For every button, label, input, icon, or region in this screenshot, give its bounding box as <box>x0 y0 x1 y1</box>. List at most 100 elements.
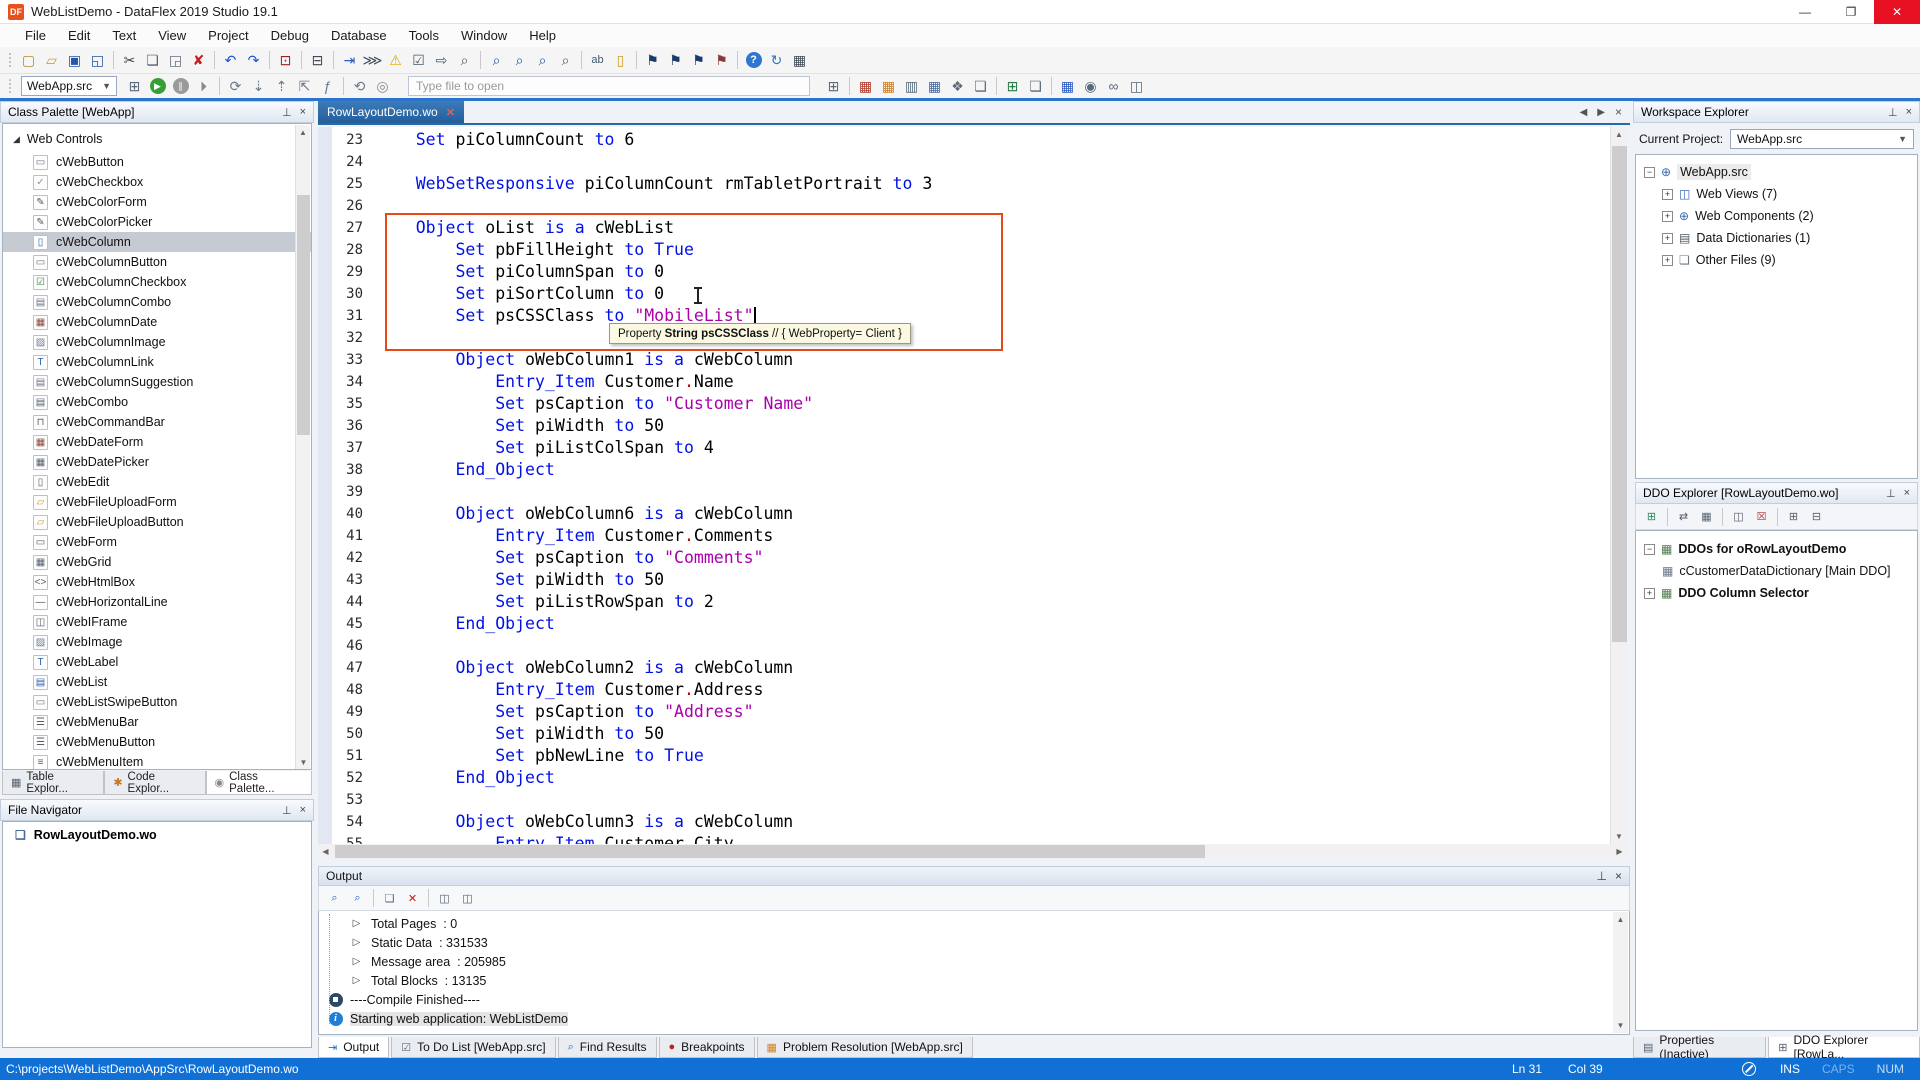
copy-output-icon[interactable]: ❏ <box>378 887 401 909</box>
menu-window[interactable]: Window <box>450 25 518 46</box>
run-project-icon[interactable]: ⇨ <box>430 49 453 71</box>
menu-view[interactable]: View <box>147 25 197 46</box>
previous-bookmark-icon[interactable]: ⚑ <box>687 49 710 71</box>
run-button[interactable]: ▶ <box>146 75 169 97</box>
pin-icon[interactable]: ⊥ <box>282 106 292 119</box>
scroll-up-icon[interactable]: ▲ <box>1613 912 1628 927</box>
close-icon[interactable]: × <box>300 804 306 817</box>
palette-item-cWebColorForm[interactable]: ✎ cWebColorForm <box>3 192 311 212</box>
clear-output-icon[interactable]: ✕ <box>401 887 424 909</box>
scroll-up-icon[interactable]: ▲ <box>1611 127 1627 142</box>
editor-horizontal-scrollbar[interactable]: ◀ ▶ <box>318 844 1627 859</box>
collapse-all-icon[interactable]: ⊟ <box>1805 506 1828 528</box>
tab-breakpoints[interactable]: ● Breakpoints <box>658 1037 755 1058</box>
layout-icon[interactable]: ◫ <box>1125 75 1148 97</box>
palette-item-cWebColumnCombo[interactable]: ▤ cWebColumnCombo <box>3 292 311 312</box>
relink-icon[interactable]: ⋙ <box>361 49 384 71</box>
unlock-icon[interactable]: ▯ <box>609 49 632 71</box>
copy-icon[interactable]: ❏ <box>141 49 164 71</box>
grid-icon[interactable]: ▦ <box>788 49 811 71</box>
new-file-icon[interactable]: ▢ <box>17 49 40 71</box>
palette-item-cWebDateForm[interactable]: ▦ cWebDateForm <box>3 432 311 452</box>
table-export-icon[interactable]: ❏ <box>969 75 992 97</box>
palette-item-cWebHtmlBox[interactable]: <> cWebHtmlBox <box>3 572 311 592</box>
output-entry[interactable]: ▷ Total Blocks : 13135 <box>319 971 1629 990</box>
close-icon[interactable]: ✕ <box>446 106 455 119</box>
menu-debug[interactable]: Debug <box>260 25 320 46</box>
expand-icon[interactable]: + <box>1662 188 1673 200</box>
compile-icon[interactable]: ⇥ <box>338 49 361 71</box>
print-icon[interactable]: ⊟ <box>306 49 329 71</box>
new-table-icon[interactable]: ⊞ <box>1001 75 1024 97</box>
find-previous-output-icon[interactable]: ⌕ <box>323 887 346 909</box>
close-button[interactable]: ✕ <box>1874 0 1920 24</box>
scrollbar-thumb[interactable] <box>335 845 1205 858</box>
minimize-button[interactable]: — <box>1782 0 1828 24</box>
palette-item-cWebColumnImage[interactable]: ▨ cWebColumnImage <box>3 332 311 352</box>
scrollbar-thumb[interactable] <box>1612 146 1627 642</box>
tab-properties--inactive-[interactable]: ▤ Properties (Inactive) <box>1633 1033 1767 1061</box>
cut-icon[interactable]: ✂ <box>118 49 141 71</box>
grid-blue-icon[interactable]: ▦ <box>1056 75 1079 97</box>
undo-icon[interactable]: ↶ <box>219 49 242 71</box>
ddo-child-node[interactable]: ▦ cCustomerDataDictionary [Main DDO] <box>1636 560 1917 582</box>
find-project-icon[interactable]: ⌕ <box>453 49 476 71</box>
documents-icon[interactable]: ❏ <box>1024 75 1047 97</box>
tab-code-explor---[interactable]: ✱ Code Explor... <box>104 771 206 795</box>
delete-icon[interactable]: ✘ <box>187 49 210 71</box>
find-icon[interactable]: ⌕ <box>485 49 508 71</box>
save-all-icon[interactable]: ◱ <box>86 49 109 71</box>
palette-group-web-controls[interactable]: ◢ Web Controls <box>3 129 311 152</box>
checklist-icon[interactable]: ☑ <box>407 49 430 71</box>
project-combo[interactable]: WebApp.src ▼ <box>21 76 117 96</box>
table-tools-icon[interactable]: ❖ <box>946 75 969 97</box>
palette-item-cWebDatePicker[interactable]: ▦ cWebDatePicker <box>3 452 311 472</box>
stop-debug-icon[interactable]: ◎ <box>371 75 394 97</box>
scroll-right-icon[interactable]: ▶ <box>1612 844 1627 859</box>
palette-item-cWebMenuItem[interactable]: ≡ cWebMenuItem <box>3 752 311 769</box>
scroll-up-icon[interactable]: ▲ <box>296 125 310 140</box>
palette-item-cWebFileUploadButton[interactable]: ▱ cWebFileUploadButton <box>3 512 311 532</box>
step-over-icon[interactable]: ⇡ <box>270 75 293 97</box>
clear-bookmarks-icon[interactable]: ⚑ <box>710 49 733 71</box>
compile-project-icon[interactable]: ⊞ <box>123 75 146 97</box>
pin-icon[interactable]: ⊥ <box>282 804 292 817</box>
palette-item-cWebButton[interactable]: ▭ cWebButton <box>3 152 311 172</box>
close-icon[interactable]: × <box>1615 105 1622 119</box>
code-editor[interactable]: 23 Set piColumnCount to 6 24 25 WebSetResp… <box>318 127 1610 844</box>
find-previous-icon[interactable]: ⌕ <box>531 49 554 71</box>
help-icon[interactable]: ? <box>742 49 765 71</box>
window-layout-icon[interactable]: ⊞ <box>822 75 845 97</box>
table-orange-icon[interactable]: ▦ <box>877 75 900 97</box>
ddo-table-icon[interactable]: ▦ <box>1695 506 1718 528</box>
step-button[interactable]: ⏵ <box>192 75 215 97</box>
pin-icon[interactable]: ⊥ <box>1886 487 1896 500</box>
save-icon[interactable]: ▣ <box>63 49 86 71</box>
scroll-down-icon[interactable]: ▼ <box>296 755 311 769</box>
restore-button[interactable]: ❐ <box>1828 0 1874 24</box>
output-entry[interactable]: ▷ Total Pages : 0 <box>319 914 1629 933</box>
open-folder-icon[interactable]: ▱ <box>40 49 63 71</box>
collapse-icon[interactable]: − <box>1644 543 1655 555</box>
pin-icon[interactable]: ⊥ <box>1888 106 1898 119</box>
copy-structured-icon[interactable]: ◫ <box>456 887 479 909</box>
workspace-node-data-dictionaries--1-[interactable]: + ▤ Data Dictionaries (1) <box>1636 227 1917 249</box>
paste-icon[interactable]: ◲ <box>164 49 187 71</box>
menu-help[interactable]: Help <box>518 25 567 46</box>
change-ddo-icon[interactable]: ⇄ <box>1672 506 1695 528</box>
redo-icon[interactable]: ↷ <box>242 49 265 71</box>
palette-item-cWebMenuButton[interactable]: ☰ cWebMenuButton <box>3 732 311 752</box>
menu-database[interactable]: Database <box>320 25 398 46</box>
workspace-node-web-components--2-[interactable]: + ⊕ Web Components (2) <box>1636 205 1917 227</box>
undo-all-icon[interactable]: ⟲ <box>348 75 371 97</box>
columns-icon[interactable]: ▥ <box>900 75 923 97</box>
menu-tools[interactable]: Tools <box>398 25 450 46</box>
expand-arrow-icon[interactable]: ▷ <box>349 973 364 988</box>
tab-problem-resolution--webapp-src-[interactable]: ▦ Problem Resolution [WebApp.src] <box>756 1037 973 1058</box>
step-out-icon[interactable]: ⇱ <box>293 75 316 97</box>
palette-scrollbar[interactable]: ▲ ▼ <box>295 125 311 769</box>
palette-item-cWebEdit[interactable]: ▯ cWebEdit <box>3 472 311 492</box>
members-icon[interactable]: ◉ <box>1079 75 1102 97</box>
menu-file[interactable]: File <box>14 25 57 46</box>
file-open-input[interactable] <box>408 76 810 96</box>
